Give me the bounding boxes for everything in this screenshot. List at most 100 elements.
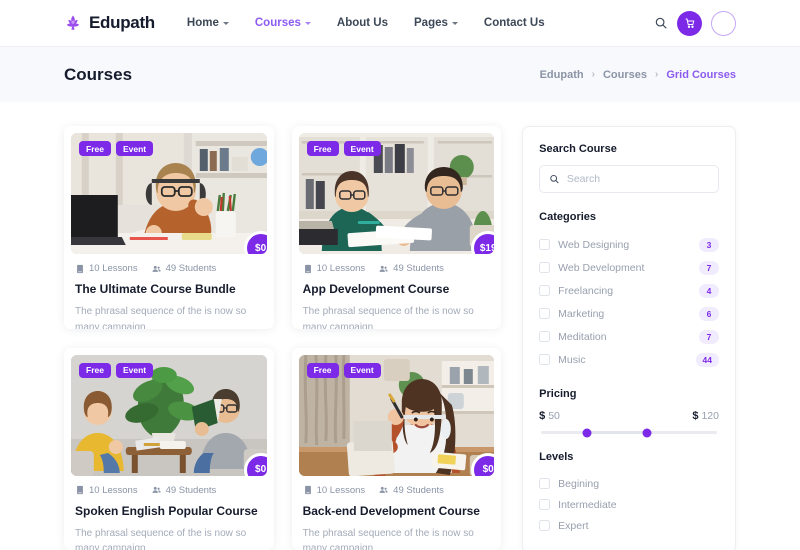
checkbox-icon[interactable]	[539, 499, 551, 510]
users-icon	[152, 486, 161, 493]
lotus-logo-icon	[64, 14, 82, 32]
lessons-meta: 10 Lessons	[303, 263, 366, 274]
breadcrumb-separator: ›	[654, 69, 659, 80]
nav-item-courses[interactable]: Courses	[255, 17, 311, 29]
course-meta: 10 Lessons 49 Students	[75, 485, 263, 496]
category-count: 4	[699, 283, 719, 298]
course-title[interactable]: App Development Course	[303, 282, 491, 297]
badge-free[interactable]: Free	[79, 362, 111, 378]
price-min-value: 50	[548, 410, 560, 422]
category-label: Marketing	[558, 307, 605, 320]
brand-logo[interactable]: Edupath	[64, 13, 155, 33]
category-web-development[interactable]: Web Development 7	[539, 256, 719, 279]
course-badges: Free Event	[79, 141, 154, 156]
badge-event[interactable]: Event	[115, 362, 154, 378]
category-freelancing[interactable]: Freelancing 4	[539, 279, 719, 302]
nav-label: Home	[186, 17, 219, 29]
search-icon[interactable]	[654, 16, 668, 30]
badge-free[interactable]: Free	[306, 141, 339, 156]
lessons-label: 10 Lessons	[316, 484, 366, 496]
price-range-slider[interactable]	[541, 428, 717, 437]
search-input[interactable]	[566, 173, 709, 185]
chevron-down-icon	[451, 21, 458, 25]
cart-button[interactable]	[677, 10, 702, 36]
badge-event[interactable]: Event	[343, 141, 381, 156]
checkbox-icon[interactable]	[539, 239, 551, 250]
category-music[interactable]: Music 44	[539, 348, 719, 371]
main-content: Free Event $0 10 Lessons 49 Students The…	[0, 102, 800, 550]
course-card[interactable]: Free Event $0 10 Lessons 49 Students Bac…	[291, 347, 502, 550]
course-body: 10 Lessons 49 Students Spoken English Po…	[64, 476, 274, 550]
nav-item-pages[interactable]: Pages	[414, 17, 458, 29]
price-range-values: $ 50 $ 120	[539, 410, 719, 422]
breadcrumb-item-edupath[interactable]: Edupath	[540, 69, 584, 81]
nav-item-home[interactable]: Home	[187, 17, 229, 29]
filters-sidebar: Search Course Categories Web Designing 3…	[522, 126, 736, 550]
students-meta: 49 Students	[378, 263, 444, 274]
badge-event[interactable]: Event	[343, 362, 381, 378]
slider-handle-max[interactable]	[642, 428, 652, 437]
category-marketing[interactable]: Marketing 6	[539, 302, 719, 325]
level-begining[interactable]: Begining	[539, 473, 719, 494]
course-title[interactable]: Spoken English Popular Course	[75, 504, 263, 519]
category-count: 7	[699, 260, 719, 275]
course-title[interactable]: The Ultimate Course Bundle	[75, 282, 263, 297]
course-body: 10 Lessons 49 Students Back-end Developm…	[292, 476, 502, 550]
checkbox-icon[interactable]	[539, 285, 551, 296]
pricing-section: Pricing $ 50 $ 120	[539, 388, 719, 437]
chevron-down-icon	[222, 21, 229, 25]
lessons-meta: 10 Lessons	[303, 484, 366, 496]
badge-free[interactable]: Free	[79, 141, 111, 156]
category-meditation[interactable]: Meditation 7	[539, 325, 719, 348]
breadcrumb-separator: ›	[591, 69, 595, 80]
course-thumbnail: Free Event $0	[71, 354, 267, 476]
courses-grid: Free Event $0 10 Lessons 49 Students The…	[64, 126, 502, 550]
level-label: Begining	[558, 477, 600, 490]
book-icon	[77, 485, 83, 495]
course-badges: Free Event	[306, 362, 381, 378]
nav-item-contact-us[interactable]: Contact Us	[484, 17, 545, 29]
category-label: Freelancing	[558, 284, 614, 297]
search-course-title: Search Course	[539, 143, 617, 155]
categories-section: Categories Web Designing 3 Web Developme…	[539, 211, 719, 371]
course-thumbnail: Free Event $19	[298, 133, 495, 254]
students-meta: 49 Students	[151, 263, 216, 274]
course-title[interactable]: Back-end Development Course	[303, 504, 491, 519]
price-max: $ 120	[692, 410, 719, 422]
category-count: 44	[695, 352, 719, 367]
course-description: The phrasal sequence of the is now so ma…	[75, 527, 247, 550]
nav-item-about-us[interactable]: About Us	[337, 17, 388, 29]
checkbox-icon[interactable]	[539, 520, 551, 531]
level-intermediate[interactable]: Intermediate	[539, 494, 719, 515]
nav-label: About Us	[336, 17, 388, 29]
category-count: 7	[699, 329, 719, 344]
page-title: Courses	[64, 64, 133, 84]
checkbox-icon[interactable]	[539, 262, 551, 273]
lessons-label: 10 Lessons	[89, 263, 138, 274]
badge-event[interactable]: Event	[115, 141, 154, 156]
category-web-designing[interactable]: Web Designing 3	[539, 233, 719, 256]
search-field[interactable]	[539, 165, 719, 193]
users-icon	[379, 265, 388, 272]
course-card[interactable]: Free Event $0 10 Lessons 49 Students The…	[64, 126, 274, 329]
category-label: Music	[558, 353, 586, 366]
checkbox-icon[interactable]	[539, 354, 551, 365]
user-avatar[interactable]	[711, 10, 736, 36]
course-card[interactable]: Free Event $19 10 Lessons 49 Students Ap…	[291, 126, 502, 329]
course-card[interactable]: Free Event $0 10 Lessons 49 Students Spo…	[64, 347, 274, 550]
price-min: $ 50	[539, 410, 560, 422]
checkbox-icon[interactable]	[539, 308, 551, 319]
lessons-label: 10 Lessons	[316, 263, 366, 274]
checkbox-icon[interactable]	[539, 478, 551, 489]
breadcrumb-item-courses[interactable]: Courses	[603, 69, 647, 81]
level-expert[interactable]: Expert	[539, 515, 719, 536]
badge-free[interactable]: Free	[306, 362, 339, 378]
course-description: The phrasal sequence of the is now so ma…	[302, 306, 474, 329]
levels-section: Levels Begining Intermediate Expert	[539, 451, 719, 536]
category-count: 6	[699, 306, 719, 321]
categories-title: Categories	[539, 211, 597, 223]
nav-label: Pages	[414, 17, 448, 29]
checkbox-icon[interactable]	[539, 331, 551, 342]
slider-handle-min[interactable]	[582, 428, 592, 437]
brand-name: Edupath	[89, 13, 155, 32]
